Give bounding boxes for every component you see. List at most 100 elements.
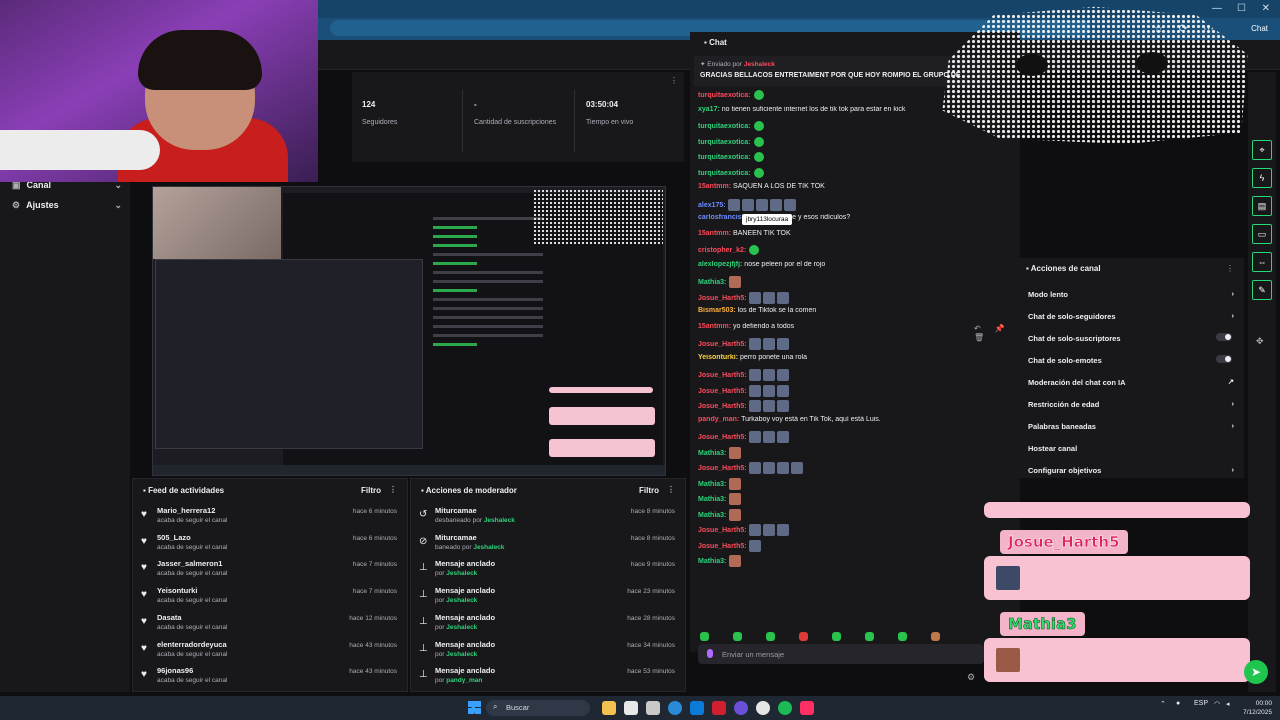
emote-quick-bar[interactable] (700, 628, 980, 641)
feed-row[interactable]: ♥ Yeisonturki acaba de seguir el canal hace… (133, 585, 407, 611)
pinned-user[interactable]: Jeshaleck (744, 61, 775, 68)
channel-action-item[interactable]: Modo lento › (1028, 289, 1234, 299)
chevron-up-icon[interactable]: ⌃ (1160, 700, 1166, 708)
more-icon[interactable]: ⋮ (670, 76, 678, 85)
send-button[interactable]: ➤ (1244, 660, 1268, 684)
chat-message[interactable]: Josue_Harth5: (698, 524, 988, 540)
chat-username[interactable]: xya17: (698, 106, 720, 113)
feed-username[interactable]: Yeisonturki (157, 586, 197, 595)
chat-message[interactable]: turquitaexotica: (698, 167, 988, 184)
chat-message[interactable]: Josue_Harth5: (698, 384, 988, 401)
chat-username[interactable]: turquitaexotica: (698, 169, 751, 176)
chrome-icon[interactable] (756, 701, 770, 715)
chat-message[interactable]: Mathia3: (698, 493, 988, 509)
channel-action-item[interactable]: Hostear canal (1028, 444, 1234, 453)
chat-message[interactable]: turquitaexotica: (698, 152, 988, 168)
chat-username[interactable]: Josue_Harth5: (698, 294, 747, 301)
chat-message[interactable]: Josue_Harth5: (698, 431, 988, 447)
notepad-icon[interactable] (646, 701, 660, 715)
mic-icon[interactable] (707, 649, 713, 658)
chat-message[interactable]: Mathia3: (698, 276, 988, 292)
chat-message[interactable]: Josue_Harth5: (698, 338, 988, 354)
chat-message[interactable]: Yeisonturki: perro ponete una rola (698, 354, 988, 370)
mail-icon[interactable] (690, 701, 704, 715)
channel-action-item[interactable]: Configurar objetivos › (1028, 465, 1234, 475)
mod-action-moderator[interactable]: Jeshaleck (446, 651, 477, 658)
more-icon[interactable]: ⋮ (1226, 264, 1234, 273)
wifi-icon[interactable]: ◠ (1214, 700, 1220, 708)
feed-row[interactable]: ♥ 96jonas96 acaba de seguir el canal hace 4… (133, 665, 407, 691)
emote-icon[interactable] (931, 632, 940, 641)
mod-action-row[interactable]: ↺ Miturcamae desbaneado por Jeshaleck hace … (411, 505, 685, 531)
mod-action-moderator[interactable]: Jeshaleck (484, 517, 515, 524)
chat-username[interactable]: turquitaexotica: (698, 123, 751, 130)
calendar-icon[interactable] (624, 701, 638, 715)
emote-icon[interactable] (766, 632, 775, 641)
chat-message[interactable]: Bismar503: los de Tiktok se la comen (698, 307, 988, 323)
chat-message[interactable]: 15antmm: BANEEN TIK TOK (698, 230, 988, 246)
chat-message[interactable]: Josue_Harth5: (698, 539, 988, 556)
mic-tray-icon[interactable]: ● (1176, 700, 1180, 707)
feed-row[interactable]: ♥ Jasser_salmeron1 acaba de seguir el cana… (133, 558, 407, 584)
mod-action-row[interactable]: ⊥ Mensaje anclado por Jeshaleck hace 9 minu… (411, 558, 685, 584)
chat-username[interactable]: Josue_Harth5: (698, 434, 747, 441)
wrench-icon[interactable]: ✎ (1252, 280, 1272, 300)
target-icon[interactable]: ⌖ (1252, 140, 1272, 160)
chat-username[interactable]: Josue_Harth5: (698, 372, 747, 379)
chat-input[interactable]: Enviar un mensaje (698, 644, 984, 664)
feed-row[interactable]: ♥ Dasata acaba de seguir el canal hace 12 m… (133, 612, 407, 638)
chat-username[interactable]: Mathia3: (698, 511, 726, 518)
chat-username[interactable]: Josue_Harth5: (698, 465, 747, 472)
chat-message[interactable]: Mathia3: (698, 477, 988, 494)
chat-username[interactable]: Mathia3: (698, 496, 726, 503)
browser-tab-chat[interactable]: Chat (1251, 24, 1268, 33)
chat-bubble-icon[interactable]: ▭ (1252, 224, 1272, 244)
chat-message[interactable]: Josue_Harth5: (698, 369, 988, 385)
chat-username[interactable]: pandy_man: (698, 416, 739, 423)
obs-icon[interactable] (734, 701, 748, 715)
chat-message[interactable]: pandy_man: Turkaboy voy está en Tik Tok,… (698, 416, 988, 432)
volume-icon[interactable]: ◂ (1226, 700, 1230, 708)
chat-message[interactable]: turquitaexotica: (698, 121, 988, 137)
mod-action-row[interactable]: ⊥ Mensaje anclado por Jeshaleck hace 23 min… (411, 585, 685, 611)
chat-username[interactable]: Josue_Harth5: (698, 527, 747, 534)
chat-username[interactable]: turquitaexotica: (698, 138, 751, 145)
chat-username[interactable]: Bismar503: (698, 307, 736, 314)
chat-username[interactable]: 15antmm: (698, 230, 731, 237)
chat-message[interactable]: alexlopezjfjfj: nose peleen por el de ro… (698, 261, 988, 277)
chat-username[interactable]: Josue_Harth5: (698, 387, 747, 394)
feed-username[interactable]: Jasser_salmeron1 (157, 559, 222, 568)
message-actions[interactable]: ↶ 📌 🗑 (974, 324, 1020, 342)
chat-username[interactable]: turquitaexotica: (698, 154, 751, 161)
chat-username[interactable]: alex175: (698, 201, 726, 208)
close-icon[interactable]: ✕ (1262, 3, 1270, 14)
tiktok-icon[interactable] (800, 701, 814, 715)
chat-message[interactable]: Mathia3: (698, 508, 988, 525)
emote-icon[interactable] (733, 632, 742, 641)
feed-row[interactable]: ♥ elenterradordeyuca acaba de seguir el ca… (133, 639, 407, 665)
mod-action-row[interactable]: ⊥ Mensaje anclado por Jeshaleck hace 34 min… (411, 639, 685, 665)
chat-username[interactable]: Mathia3: (698, 558, 726, 565)
feed-row[interactable]: ♥ 505_Lazo acaba de seguir el canal hace 6 … (133, 532, 407, 558)
mod-action-row[interactable]: ⊥ Mensaje anclado por pandy_man hace 53 min… (411, 665, 685, 691)
chat-message[interactable]: Josue_Harth5: (698, 291, 988, 308)
chat-username[interactable]: Mathia3: (698, 449, 726, 456)
chat-message[interactable]: 15antmm: yo defiendo a todos (698, 323, 988, 339)
mod-action-moderator[interactable]: Jeshaleck (446, 570, 477, 577)
taskbar-search[interactable]: ⌕ Buscar (486, 700, 590, 716)
expand-icon[interactable]: ⇔ (1252, 252, 1272, 272)
mod-action-moderator[interactable]: pandy_man (446, 677, 482, 684)
chat-username[interactable]: alexlopezjfjfj: (698, 261, 742, 268)
chat-message[interactable]: cristopher_k2: (698, 245, 988, 261)
chat-username[interactable]: 15antmm: (698, 183, 731, 190)
emote-icon[interactable] (832, 632, 841, 641)
filter-button[interactable]: Filtro (639, 486, 659, 495)
mod-action-moderator[interactable]: Jeshaleck (446, 624, 477, 631)
chat-message[interactable]: Josue_Harth5: (698, 400, 988, 416)
channel-action-item[interactable]: Chat de solo-suscriptores (1028, 333, 1234, 343)
feed-username[interactable]: elenterradordeyuca (157, 640, 227, 649)
chat-message[interactable]: Mathia3: (698, 555, 988, 571)
bolt-icon[interactable]: ϟ (1252, 168, 1272, 188)
chat-username[interactable]: Mathia3: (698, 480, 726, 487)
channel-action-item[interactable]: Palabras baneadas › (1028, 421, 1234, 431)
